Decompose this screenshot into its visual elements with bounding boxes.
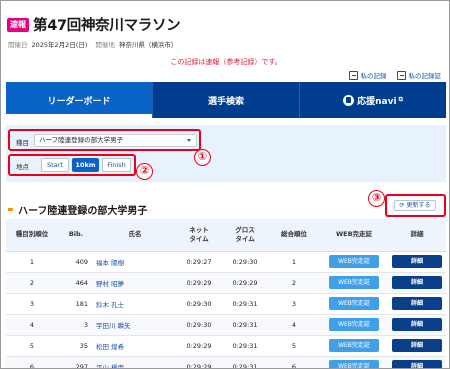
date-value: 2025年2月2日(日) <box>31 41 88 49</box>
table-row: 5 35 松田 煌希 0:29:29 0:29:31 5 WEB完走証 詳細 <box>6 335 446 357</box>
date-label: 開催日 <box>8 41 28 49</box>
col-bib: Bib. <box>58 219 94 252</box>
point-highlight: 地点 Start 10km Finish <box>8 154 136 176</box>
athlete-name-link[interactable]: 宇田川 瞬矢 <box>94 314 176 336</box>
live-badge: 速報 <box>7 17 29 32</box>
filter-panel: 種目 ハーフ陸連登録の部大学男子 ① 地点 Start 10km Finish … <box>6 125 446 182</box>
main-nav: リーダーボード 選手検索 応援navi ⧉ <box>6 82 446 118</box>
tab-leaderboard[interactable]: リーダーボード <box>6 82 152 118</box>
pin-icon <box>343 94 355 106</box>
col-detail: 詳細 <box>388 219 446 252</box>
col-name: 氏名 <box>94 219 176 252</box>
venue-value: 神奈川県（横浜市） <box>118 41 178 49</box>
athlete-name-link[interactable]: 松田 煌希 <box>94 335 176 357</box>
detail-button[interactable]: 詳細 <box>392 339 442 352</box>
refresh-highlight: ⟳ 更新する <box>385 194 446 217</box>
detail-button[interactable]: 詳細 <box>392 276 442 289</box>
category-select[interactable]: ハーフ陸連登録の部大学男子 <box>34 134 197 147</box>
event-meta: 開催日 2025年2月2日(日) 開催地 神奈川県（横浜市） <box>8 39 177 49</box>
table-row: 4 3 宇田川 瞬矢 0:29:30 0:29:31 4 WEB完走証 詳細 <box>6 314 446 336</box>
category-highlight: 種目 ハーフ陸連登録の部大学男子 <box>8 129 201 151</box>
external-link-icon: ⧉ <box>398 96 403 103</box>
page-title: 第47回神奈川マラソン <box>33 18 181 34</box>
annotation-marker-1: ① <box>194 149 211 166</box>
my-links: 私の記録 私の記録証 <box>348 70 441 80</box>
category-label: 種目 <box>16 139 29 147</box>
table-row: 1 409 福本 陽樹 0:29:27 0:29:30 1 WEB完走証 詳細 <box>6 251 446 273</box>
annotation-marker-3: ③ <box>368 190 385 207</box>
detail-button[interactable]: 詳細 <box>392 360 442 368</box>
web-certificate-button[interactable]: WEB完走証 <box>329 276 379 289</box>
annotation-marker-2: ② <box>136 163 153 180</box>
athlete-name-link[interactable]: 平山 櫂吏 <box>94 356 176 368</box>
page-header: 速報 第47回神奈川マラソン <box>7 14 181 35</box>
col-overall-rank: 総合順位 <box>268 219 320 252</box>
table-row: 2 464 野村 昭夢 0:29:29 0:29:29 2 WEB完走証 詳細 <box>6 272 446 294</box>
web-certificate-button[interactable]: WEB完走証 <box>329 318 379 331</box>
table-row: 6 297 平山 櫂吏 0:29:29 0:29:31 6 WEB完走証 詳細 <box>6 356 446 368</box>
point-10km-button[interactable]: 10km <box>72 158 99 172</box>
web-certificate-button[interactable]: WEB完走証 <box>329 360 379 368</box>
tab-cheer-navi[interactable]: 応援navi ⧉ <box>299 82 446 118</box>
certificate-icon <box>396 70 406 80</box>
results-table: 種目別順位 Bib. 氏名 ネット タイム グロス タイム 総合順位 WEB完走… <box>6 219 446 368</box>
col-gross-time: グロス タイム <box>222 219 268 252</box>
athlete-name-link[interactable]: 野村 昭夢 <box>94 272 176 294</box>
section-title: ハーフ陸連登録の部大学男子 <box>8 202 147 217</box>
athlete-name-link[interactable]: 鈴木 孔士 <box>94 293 176 315</box>
web-certificate-button[interactable]: WEB完走証 <box>329 339 379 352</box>
detail-button[interactable]: 詳細 <box>392 297 442 310</box>
table-row: 3 181 鈴木 孔士 0:29:30 0:29:31 3 WEB完走証 詳細 <box>6 293 446 315</box>
provisional-notice: この記録は速報（参考記録）です。 <box>170 58 282 66</box>
point-finish-button[interactable]: Finish <box>102 158 131 172</box>
point-label: 地点 <box>16 163 29 171</box>
detail-button[interactable]: 詳細 <box>392 255 442 268</box>
athlete-name-link[interactable]: 福本 陽樹 <box>94 251 176 273</box>
point-start-button[interactable]: Start <box>41 158 69 172</box>
my-certificate-link[interactable]: 私の記録証 <box>396 70 441 80</box>
col-web-certificate: WEB完走証 <box>320 219 388 252</box>
my-record-link[interactable]: 私の記録 <box>348 70 387 80</box>
tab-athlete-search[interactable]: 選手検索 <box>152 82 299 118</box>
col-net-time: ネット タイム <box>176 219 222 252</box>
web-certificate-button[interactable]: WEB完走証 <box>329 297 379 310</box>
chevron-down-icon <box>187 139 191 142</box>
refresh-button[interactable]: ⟳ 更新する <box>394 200 436 211</box>
table-header-row: 種目別順位 Bib. 氏名 ネット タイム グロス タイム 総合順位 WEB完走… <box>6 219 446 252</box>
record-icon <box>348 70 358 80</box>
web-certificate-button[interactable]: WEB完走証 <box>329 255 379 268</box>
col-category-rank: 種目別順位 <box>6 219 58 252</box>
venue-label: 開催地 <box>95 41 115 49</box>
detail-button[interactable]: 詳細 <box>392 318 442 331</box>
page-frame: 速報 第47回神奈川マラソン 開催日 2025年2月2日(日) 開催地 神奈川県（横浜… <box>0 0 450 369</box>
